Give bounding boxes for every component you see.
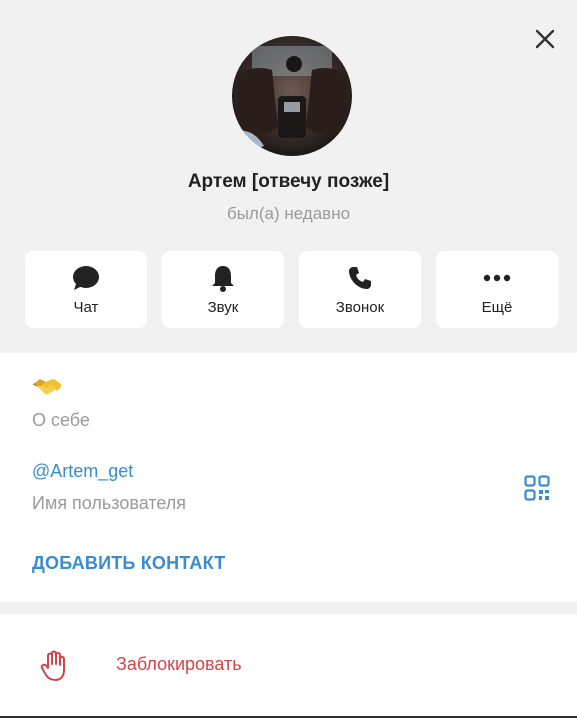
- sound-button[interactable]: Звук: [162, 251, 284, 328]
- add-contact-button[interactable]: ДОБАВИТЬ КОНТАКТ: [32, 553, 225, 574]
- call-label: Звонок: [335, 299, 385, 316]
- username-link[interactable]: @Artem_get: [32, 461, 133, 482]
- section-divider: [0, 602, 577, 614]
- avatar[interactable]: [232, 36, 352, 156]
- bell-icon: [212, 266, 234, 292]
- profile-header: Артем [отвечу позже] был(а) недавно Чат …: [0, 0, 577, 353]
- qr-code-icon: [524, 475, 550, 501]
- chat-button[interactable]: Чат: [25, 251, 147, 328]
- chat-label: Чат: [73, 299, 99, 316]
- block-label: Заблокировать: [116, 654, 242, 674]
- more-label: Ещё: [481, 299, 513, 316]
- close-button[interactable]: [530, 24, 560, 54]
- sound-label: Звук: [207, 299, 239, 316]
- about-label: О себе: [32, 410, 90, 430]
- username-label: Имя пользователя: [32, 493, 187, 513]
- hand-stop-icon: [40, 650, 68, 682]
- close-icon: [535, 29, 555, 49]
- more-dots-icon: [483, 274, 511, 282]
- call-button[interactable]: Звонок: [299, 251, 421, 328]
- profile-name: Артем [отвечу позже]: [187, 171, 390, 192]
- profile-status: был(а) недавно: [226, 204, 351, 223]
- block-user-button[interactable]: Заблокировать: [0, 614, 577, 716]
- chat-bubble-icon: [73, 266, 99, 290]
- handshake-emoji-icon: [32, 376, 62, 400]
- qr-code-button[interactable]: [524, 475, 550, 501]
- more-button[interactable]: Ещё: [436, 251, 558, 328]
- phone-icon: [349, 267, 371, 289]
- profile-info-card: О себе @Artem_get Имя пользователя ДОБАВ…: [0, 353, 577, 602]
